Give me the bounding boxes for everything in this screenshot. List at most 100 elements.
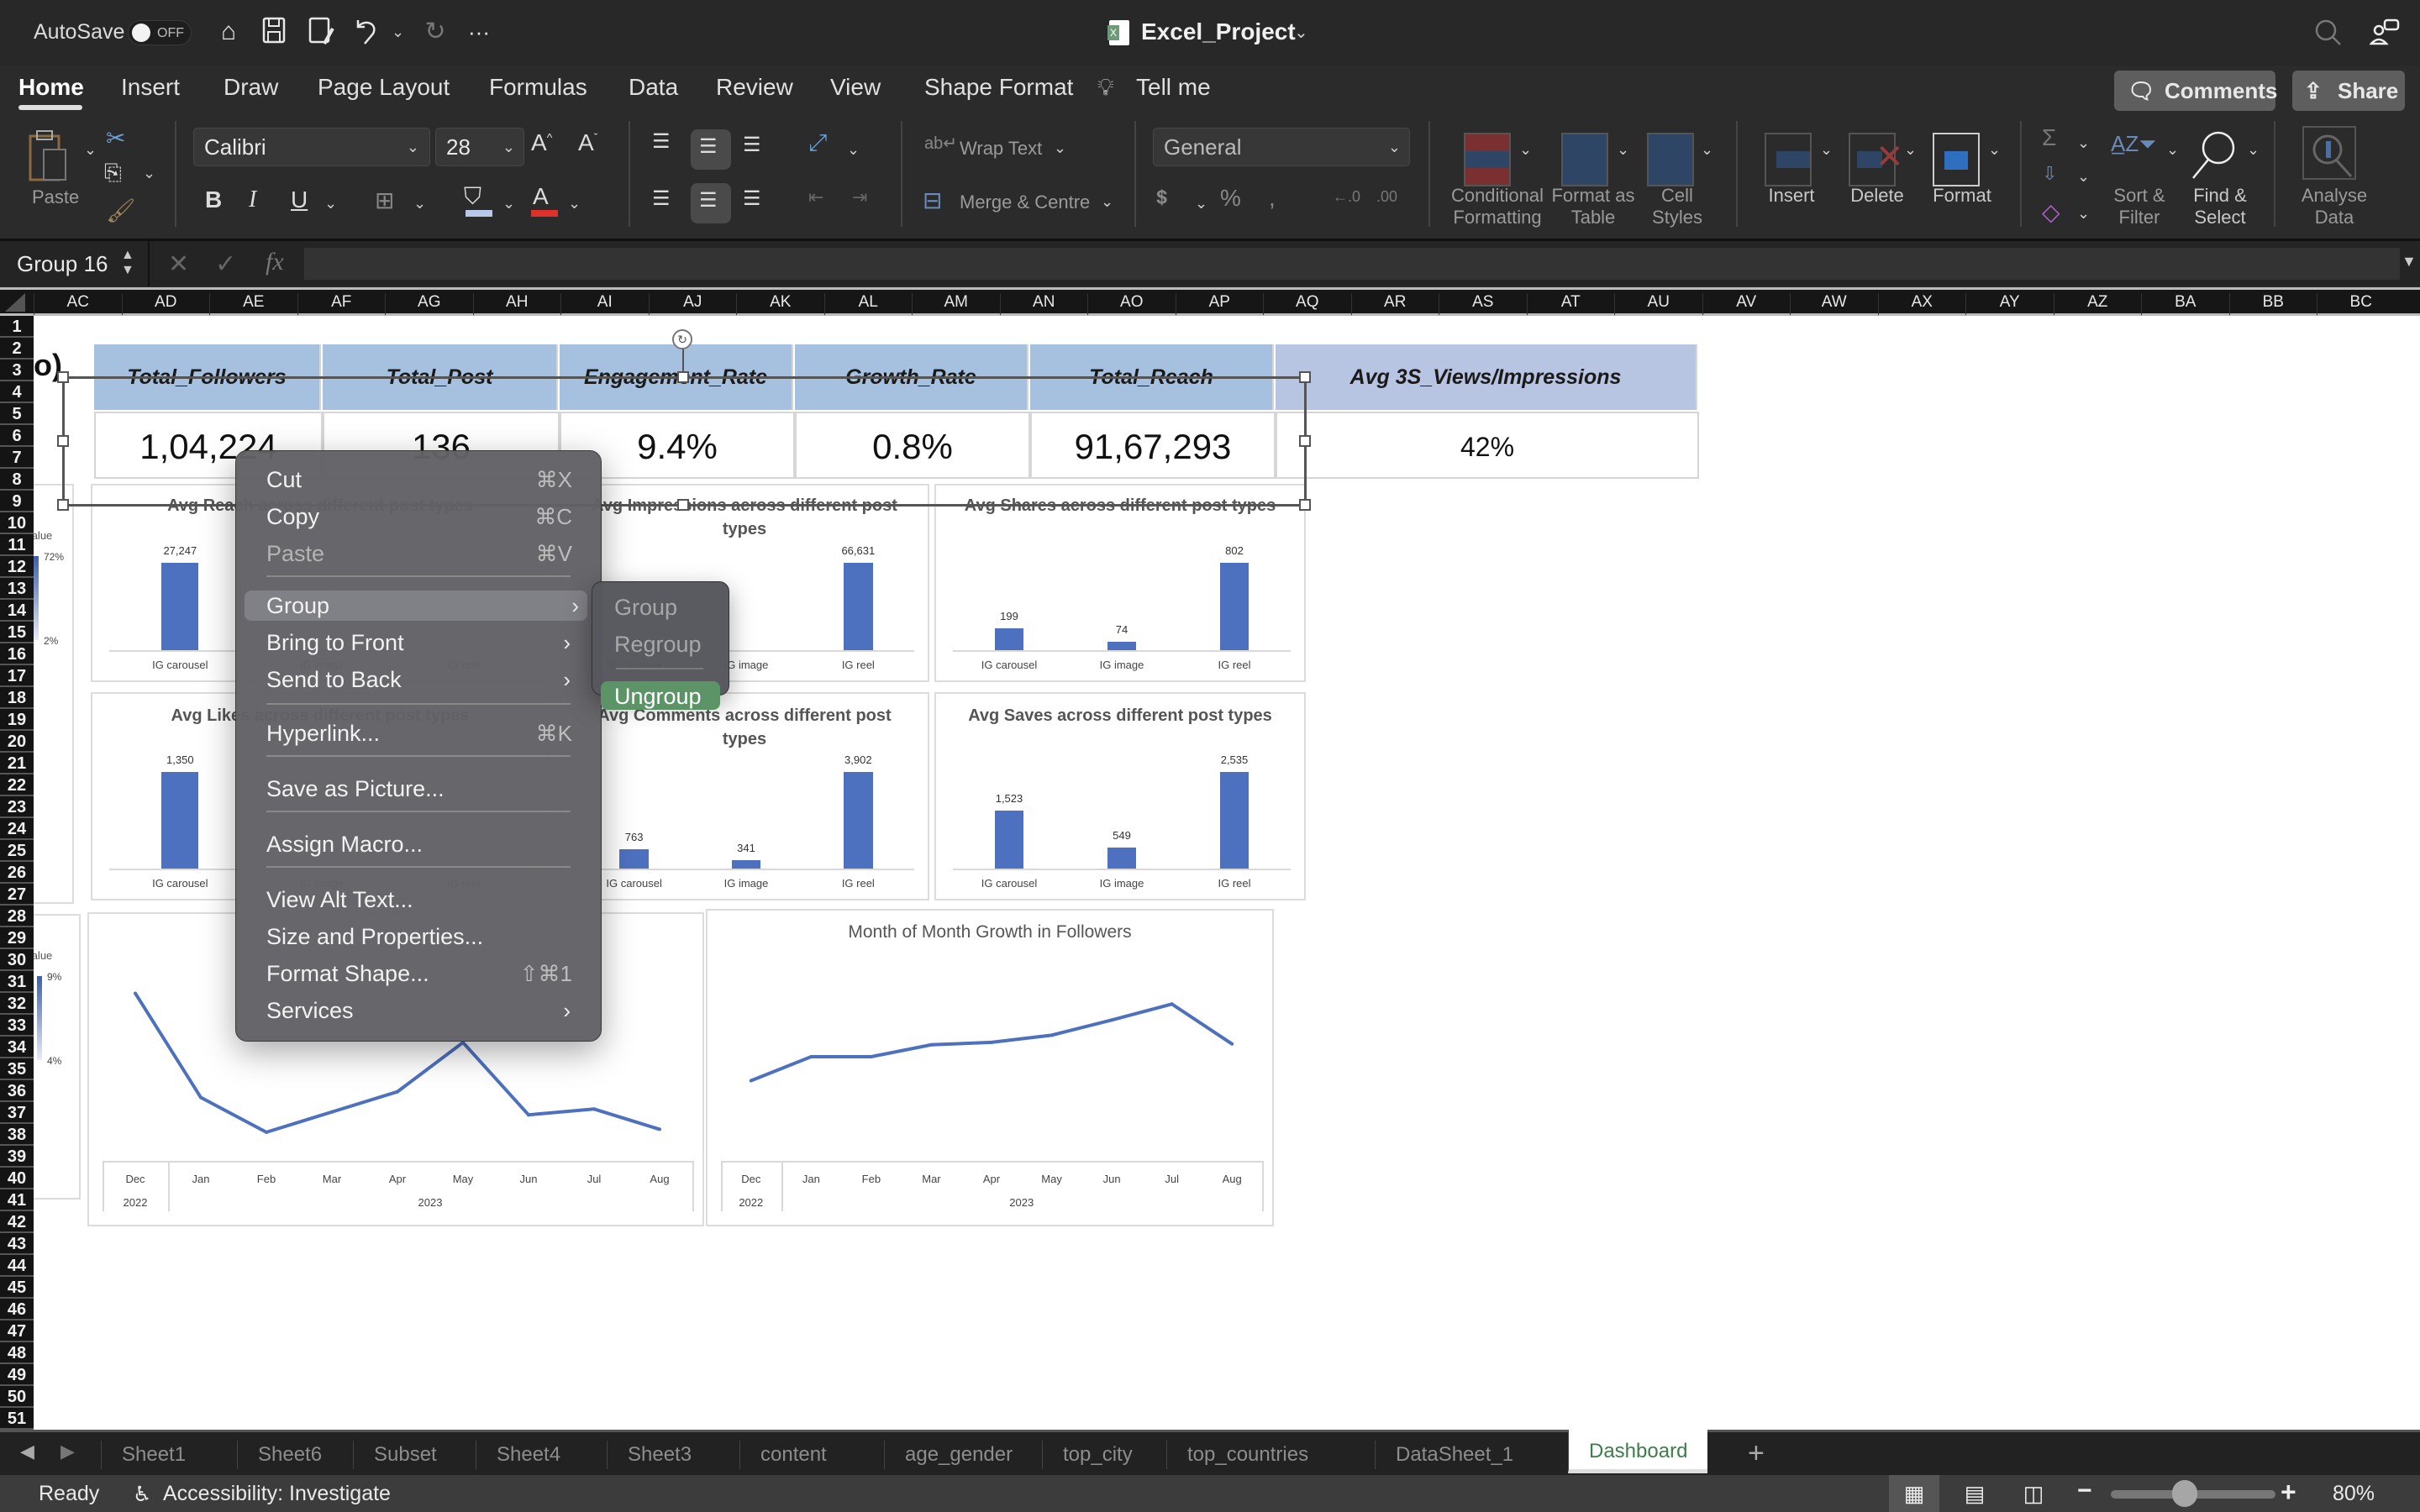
menu-item-copy[interactable]: Copy ⌘C (260, 501, 579, 532)
resize-handle-n[interactable] (677, 371, 689, 383)
align-bottom-icon[interactable]: ☰ (743, 133, 761, 157)
resize-handle-w[interactable] (57, 435, 69, 447)
row-header[interactable]: 16 (0, 643, 34, 665)
data-point[interactable] (330, 1110, 334, 1114)
data-point[interactable] (396, 1089, 399, 1094)
data-point[interactable] (809, 1055, 813, 1058)
row-header[interactable]: 22 (0, 774, 34, 796)
row-header[interactable]: 36 (0, 1080, 34, 1102)
menu-item-bring-to-front[interactable]: Bring to Front › (260, 627, 579, 658)
data-point[interactable] (527, 1113, 530, 1117)
bar[interactable] (161, 562, 199, 650)
more-icon[interactable]: ··· (464, 17, 494, 47)
format-painter-icon[interactable]: 🖌︎ (106, 197, 136, 224)
zoom-out-button[interactable]: − (2077, 1477, 2092, 1505)
row-header[interactable]: 42 (0, 1211, 34, 1233)
tab-shape-format[interactable]: Shape Format (924, 74, 1073, 101)
save-icon[interactable] (259, 17, 289, 47)
align-top-icon[interactable]: ☰ (652, 129, 671, 154)
data-point[interactable] (658, 1127, 661, 1131)
row-header[interactable]: 2 (0, 338, 34, 360)
wrap-text-dropdown-icon[interactable]: ⌄ (1054, 139, 1066, 157)
row-header[interactable]: 34 (0, 1037, 34, 1058)
data-point[interactable] (134, 991, 137, 995)
borders-icon[interactable]: ⊞ (375, 186, 394, 214)
orientation-icon[interactable]: ⤢ (808, 129, 827, 157)
row-header[interactable]: 8 (0, 469, 34, 491)
comments-button[interactable]: 🗨︎ Comments (2114, 71, 2277, 111)
row-header[interactable]: 9 (0, 491, 34, 512)
format-as-table-dropdown-icon[interactable]: ⌄ (1617, 141, 1629, 159)
column-header[interactable]: AG (385, 293, 473, 315)
wrap-text-button[interactable]: Wrap Text (960, 138, 1042, 160)
column-header[interactable]: AO (1087, 293, 1176, 315)
increase-font-size-icon[interactable]: A^ (531, 129, 552, 156)
clear-icon[interactable]: ◇ (2042, 198, 2060, 226)
bar[interactable] (844, 562, 873, 650)
row-header[interactable]: 23 (0, 796, 34, 818)
row-header[interactable]: 19 (0, 709, 34, 731)
zoom-slider-thumb[interactable] (2172, 1480, 2198, 1507)
column-header[interactable]: AY (1965, 293, 2054, 315)
analyse-data-button[interactable]: Analyse Data (2294, 185, 2375, 228)
align-left-icon[interactable]: ☰ (652, 186, 671, 211)
data-point[interactable] (265, 1130, 268, 1134)
column-header[interactable]: AV (1702, 293, 1791, 315)
menu-item-format-shape[interactable]: Format Shape... ⇧⌘1 (260, 958, 579, 989)
row-header[interactable]: 41 (0, 1189, 34, 1211)
cell-styles-dropdown-icon[interactable]: ⌄ (1701, 141, 1713, 159)
font-color-icon[interactable]: A (533, 183, 549, 210)
conditional-formatting-button[interactable]: Conditional Formatting (1447, 185, 1548, 228)
row-header[interactable]: 28 (0, 906, 34, 927)
prev-sheet-icon[interactable]: ◀ (20, 1441, 34, 1462)
format-cells-button[interactable]: Format (1928, 185, 1996, 207)
sheet-tab-datasheet-1[interactable]: DataSheet_1 (1375, 1441, 1534, 1469)
tab-home[interactable]: Home (18, 74, 84, 101)
redo-icon[interactable]: ↻ (420, 17, 450, 47)
accessibility-status[interactable]: Accessibility: Investigate (163, 1482, 391, 1506)
column-header[interactable]: AI (560, 293, 649, 315)
row-header[interactable]: 44 (0, 1255, 34, 1277)
row-header[interactable]: 46 (0, 1299, 34, 1320)
delete-dropdown-icon[interactable]: ⌄ (1904, 141, 1917, 159)
row-header[interactable]: 48 (0, 1342, 34, 1364)
data-point[interactable] (749, 1079, 753, 1083)
conditional-formatting-icon[interactable] (1464, 133, 1511, 186)
format-as-table-icon[interactable] (1561, 133, 1608, 186)
row-header[interactable]: 30 (0, 949, 34, 971)
bar[interactable] (731, 859, 761, 869)
cancel-icon[interactable]: ✕ (168, 249, 189, 279)
insert-cells-button[interactable]: Insert (1766, 185, 1817, 207)
row-header[interactable]: 35 (0, 1058, 34, 1080)
sheet-tab-sheet6[interactable]: Sheet6 (237, 1441, 342, 1469)
row-header[interactable]: 27 (0, 884, 34, 906)
column-header[interactable]: BC (2317, 293, 2405, 315)
merge-dropdown-icon[interactable]: ⌄ (1101, 193, 1113, 211)
undo-dropdown-icon[interactable]: ⌄ (392, 24, 404, 41)
bar-chart[interactable]: Avg Saves across different post types IG … (934, 692, 1306, 900)
kpi-value-avg-3s-views[interactable]: 42% (1276, 412, 1699, 479)
fill-icon[interactable]: ⇩ (2042, 163, 2057, 185)
tab-view[interactable]: View (830, 74, 881, 101)
find-select-button[interactable]: Find & Select (2188, 185, 2252, 228)
sort-filter-dropdown-icon[interactable]: ⌄ (2166, 141, 2179, 159)
resize-handle-sw[interactable] (57, 499, 69, 511)
row-header[interactable]: 13 (0, 578, 34, 600)
tab-insert[interactable]: Insert (121, 74, 180, 101)
row-header[interactable]: 6 (0, 425, 34, 447)
enter-icon[interactable]: ✓ (215, 249, 236, 279)
name-box-stepper[interactable]: ▲ ▼ (121, 248, 134, 278)
bold-button[interactable]: B (205, 186, 222, 213)
row-header[interactable]: 40 (0, 1168, 34, 1189)
sheet-tab-sheet3[interactable]: Sheet3 (607, 1441, 712, 1469)
underline-button[interactable]: U (291, 186, 308, 213)
row-header[interactable]: 29 (0, 927, 34, 949)
line-chart[interactable]: Month of Month Growth in Followers Dec Jan… (706, 909, 1274, 1226)
bar[interactable] (994, 628, 1024, 650)
tab-page-layout[interactable]: Page Layout (318, 74, 450, 101)
row-header[interactable]: 20 (0, 731, 34, 753)
row-header[interactable]: 12 (0, 556, 34, 578)
data-point[interactable] (869, 1055, 873, 1058)
resize-handle-nw[interactable] (57, 371, 69, 383)
column-header[interactable]: AP (1175, 293, 1264, 315)
